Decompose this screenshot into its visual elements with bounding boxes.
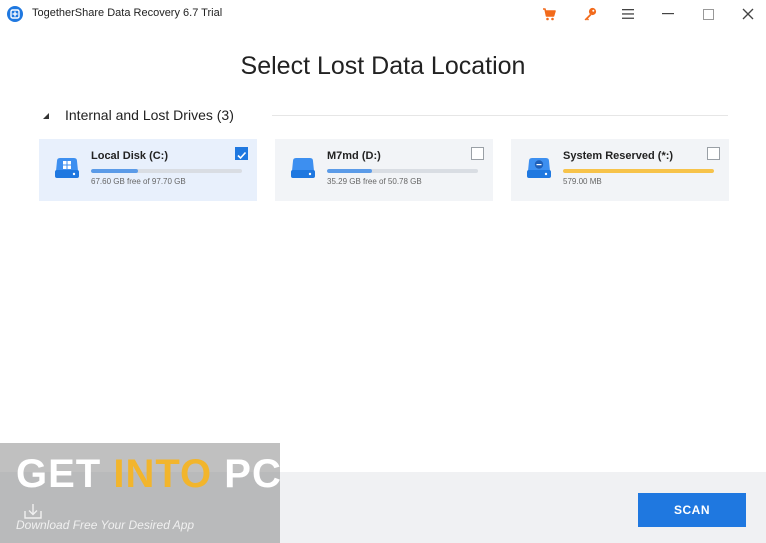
watermark-logo-part: GET	[16, 452, 114, 496]
minimize-button[interactable]	[648, 0, 688, 28]
drive-icon	[291, 158, 315, 178]
section-title: Internal and Lost Drives (3)	[65, 107, 234, 123]
register-button[interactable]	[570, 0, 610, 28]
watermark-logo-part: PC	[212, 452, 282, 496]
close-icon	[742, 8, 754, 20]
window-title: TogetherShare Data Recovery 6.7 Trial	[32, 7, 223, 19]
key-icon	[584, 7, 597, 21]
collapse-triangle-icon[interactable]	[42, 112, 50, 120]
drive-card-d[interactable]: M7md (D:) 35.29 GB free of 50.78 GB	[275, 139, 493, 201]
cart-icon	[543, 7, 556, 20]
close-button[interactable]	[728, 0, 766, 28]
drive-size: 35.29 GB free of 50.78 GB	[327, 177, 422, 186]
drive-usage-bar	[563, 169, 714, 173]
drive-checkbox[interactable]	[471, 147, 484, 160]
drive-checkbox[interactable]	[235, 147, 248, 160]
cart-button[interactable]	[529, 0, 569, 28]
section-divider	[272, 115, 728, 116]
check-icon	[237, 151, 247, 160]
drive-size: 67.60 GB free of 97.70 GB	[91, 177, 186, 186]
drive-size: 579.00 MB	[563, 177, 602, 186]
drive-card-system-reserved[interactable]: System Reserved (*:) 579.00 MB	[511, 139, 729, 201]
drive-usage-bar	[91, 169, 242, 173]
drive-card-c[interactable]: Local Disk (C:) 67.60 GB free of 97.70 G…	[39, 139, 257, 201]
watermark-subtitle: Download Free Your Desired App	[16, 518, 195, 532]
drive-name: Local Disk (C:)	[91, 150, 169, 162]
drive-usage-fill	[91, 169, 138, 173]
page-title: Select Lost Data Location	[240, 52, 526, 80]
system-drive-icon	[527, 158, 551, 178]
windows-drive-icon	[55, 158, 79, 178]
drive-usage-bar	[327, 169, 478, 173]
watermark-logo-highlight: INTO	[113, 452, 213, 496]
menu-button[interactable]	[608, 0, 648, 28]
drive-name: System Reserved (*:)	[563, 150, 674, 162]
app-logo-icon	[7, 6, 23, 22]
title-bar: TogetherShare Data Recovery 6.7 Trial	[0, 0, 766, 28]
watermark-logo: GET INTO PC	[16, 452, 282, 497]
minimize-icon	[662, 13, 674, 15]
maximize-icon	[702, 8, 714, 20]
maximize-button[interactable]	[688, 0, 728, 28]
drive-name: M7md (D:)	[327, 150, 381, 162]
scan-button[interactable]: SCAN	[638, 493, 746, 527]
drive-usage-fill	[563, 169, 714, 173]
drive-usage-fill	[327, 169, 373, 173]
drive-checkbox[interactable]	[707, 147, 720, 160]
menu-icon	[622, 9, 634, 19]
